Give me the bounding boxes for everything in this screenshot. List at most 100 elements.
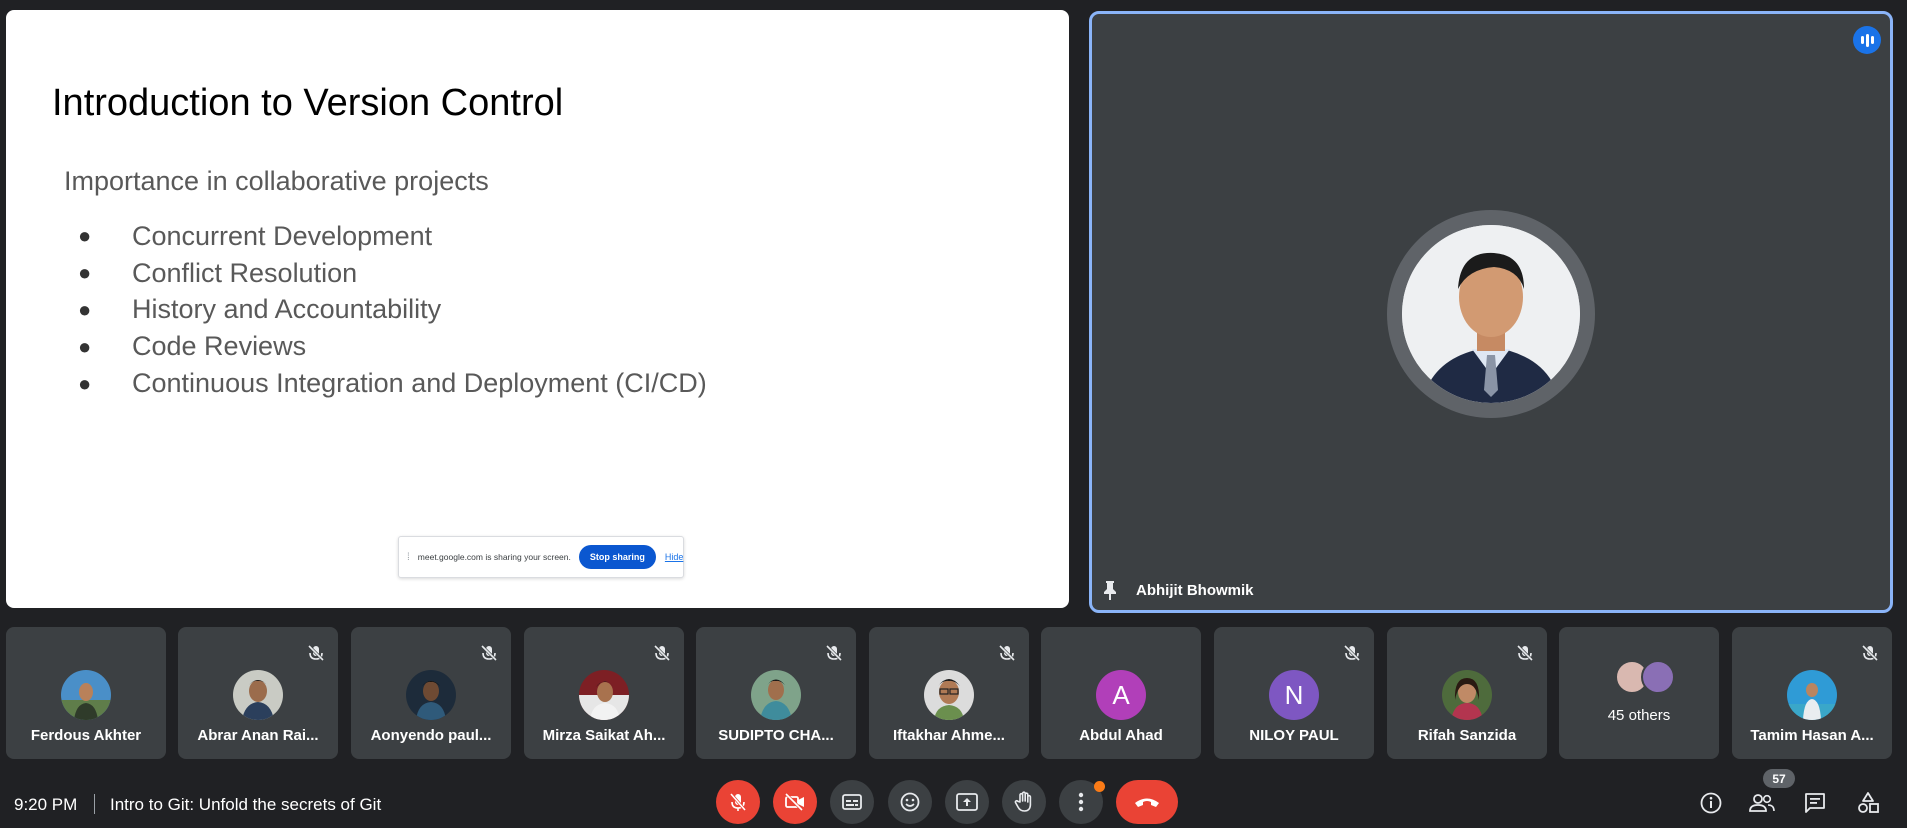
mic-off-icon [1516,644,1534,662]
speaker-tile[interactable]: Abhijit Bhowmik [1089,11,1893,613]
participant-name: Tamim Hasan A... [1750,727,1874,744]
bullet-text: History and Accountability [132,294,442,325]
bullet-text: Code Reviews [132,331,307,362]
reactions-button[interactable] [888,780,932,824]
chat-icon [1805,793,1825,813]
mic-off-icon [1343,644,1361,662]
activities-button[interactable] [1854,789,1882,817]
participant-tile[interactable]: SUDIPTO CHA... [696,627,856,759]
bullet-text: Conflict Resolution [132,257,358,288]
participant-tile[interactable]: A Abdul Ahad [1041,627,1201,759]
participant-tile[interactable]: Mirza Saikat Ah... [524,627,684,759]
participant-tile[interactable]: Tamim Hasan A... [1732,627,1892,759]
mic-off-icon [729,793,747,811]
participant-avatar [1442,670,1492,720]
mic-off-icon [998,644,1016,662]
slide-bullet: ● History and Accountability [78,292,707,329]
participant-avatar [233,670,283,720]
slide-bullet: ● Continuous Integration and Deployment (… [78,365,707,402]
participant-name: Ferdous Akhter [30,727,142,744]
activities-icon [1858,792,1879,813]
meeting-details-button[interactable] [1697,789,1725,817]
chat-button[interactable] [1801,789,1829,817]
mic-off-icon [1861,644,1879,662]
speaker-name-row: Abhijit Bhowmik [1102,580,1254,600]
participant-tile[interactable]: N NILOY PAUL [1214,627,1374,759]
more-vert-icon [1078,792,1084,812]
divider [94,794,95,814]
present-now-button[interactable] [945,780,989,824]
participant-tile[interactable]: Rifah Sanzida [1387,627,1547,759]
slide-bullet-list: ● Concurrent Development ● Conflict Resolu… [78,218,707,402]
bottom-control-bar: 9:20 PM Intro to Git: Unfold the secrets… [0,775,1907,828]
speaker-avatar-ring [1387,210,1595,418]
emoji-icon [900,792,920,812]
speaking-indicator-icon [1853,26,1881,54]
raise-hand-icon [1014,791,1032,812]
participant-name: Rifah Sanzida [1417,727,1517,744]
participant-tile[interactable]: Aonyendo paul... [351,627,511,759]
participant-avatar [1787,670,1837,720]
bullet-text: Continuous Integration and Deployment (C… [132,368,707,399]
raise-hand-button[interactable] [1002,780,1046,824]
participant-avatar [406,670,456,720]
others-avatar [1641,660,1675,694]
participant-avatar [579,670,629,720]
participant-avatar [924,670,974,720]
more-options-button[interactable] [1059,780,1105,824]
participant-tile[interactable]: Abrar Anan Rai... [178,627,338,759]
others-label: 45 others [1607,707,1671,724]
share-notification-text: meet.google.com is sharing your screen. [417,552,571,562]
participant-name: SUDIPTO CHA... [718,727,834,744]
participant-avatar [751,670,801,720]
camera-toggle-button[interactable] [773,780,817,824]
meeting-clock: 9:20 PM [14,795,78,814]
presentation-slide: Introduction to Version Control Importan… [6,10,1069,608]
info-icon [1700,792,1722,814]
bullet-icon: ● [78,370,92,396]
pin-icon[interactable] [1102,580,1118,600]
present-screen-icon [956,793,978,811]
slide-title: Introduction to Version Control [52,82,564,124]
bullet-icon: ● [78,333,92,359]
mic-off-icon [307,644,325,662]
screen-share-notification: ⁞ meet.google.com is sharing your screen… [398,536,684,578]
bullet-icon: ● [78,223,92,249]
slide-subtitle: Importance in collaborative projects [64,166,489,196]
speaker-avatar [1402,225,1580,403]
slide-bullet: ● Code Reviews [78,328,707,365]
call-end-icon [1135,798,1159,807]
slide-bullet: ● Conflict Resolution [78,255,707,292]
participant-avatar: N [1269,670,1319,720]
participant-avatar [61,670,111,720]
closed-captions-icon [842,794,862,810]
microphone-toggle-button[interactable] [716,780,760,824]
notification-dot [1094,781,1105,792]
bullet-text: Concurrent Development [132,220,433,251]
others-tile[interactable]: 45 others [1559,627,1719,759]
people-button[interactable] [1748,789,1776,817]
participant-tile[interactable]: Ferdous Akhter [6,627,166,759]
meeting-title[interactable]: Intro to Git: Unfold the secrets of Git [110,795,381,815]
speaker-name: Abhijit Bhowmik [1136,581,1254,599]
bullet-icon: ● [78,296,92,322]
leave-call-button[interactable] [1116,780,1178,824]
participant-name: Mirza Saikat Ah... [542,727,666,744]
drag-handle-icon[interactable]: ⁞ [407,552,410,563]
hide-link[interactable]: Hide [665,552,684,562]
bullet-icon: ● [78,260,92,286]
mic-off-icon [825,644,843,662]
stop-sharing-button[interactable]: Stop sharing [578,545,656,569]
participant-name: Abrar Anan Rai... [197,727,319,744]
participant-tile[interactable]: Iftakhar Ahme... [869,627,1029,759]
mic-off-icon [653,644,671,662]
mic-off-icon [480,644,498,662]
captions-button[interactable] [830,780,874,824]
camera-off-icon [784,792,804,812]
participant-name: Aonyendo paul... [370,727,492,744]
participant-name: Abdul Ahad [1079,727,1163,744]
participant-avatar: A [1096,670,1146,720]
participant-name: NILOY PAUL [1249,727,1339,744]
people-count-badge: 57 [1763,769,1795,788]
people-icon [1749,794,1775,812]
